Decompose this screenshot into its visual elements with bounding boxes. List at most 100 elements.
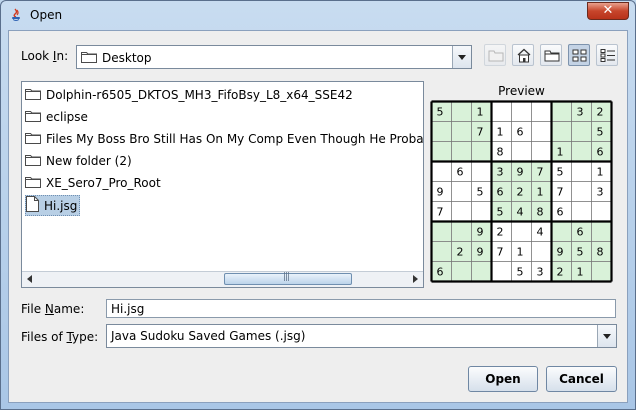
new-folder-button[interactable] — [540, 44, 562, 66]
sudoku-digit: 1 — [597, 166, 604, 179]
file-type-value: Java Sudoku Saved Games (.jsg) — [111, 329, 306, 343]
file-type-combo[interactable]: Java Sudoku Saved Games (.jsg) — [106, 324, 617, 348]
sudoku-digit: 6 — [577, 226, 584, 239]
sudoku-cell — [511, 221, 532, 242]
sudoku-cell — [431, 241, 452, 262]
list-view-icon — [572, 49, 587, 62]
look-in-value: Desktop — [102, 51, 152, 65]
sudoku-digit: 3 — [597, 186, 604, 199]
folder-icon — [25, 153, 41, 169]
sudoku-cell — [451, 181, 472, 202]
file-name-field[interactable] — [106, 299, 616, 318]
cancel-button[interactable]: Cancel — [546, 366, 617, 392]
folder-icon — [25, 175, 41, 191]
sudoku-cell — [471, 141, 492, 162]
look-in-combo[interactable]: Desktop — [76, 45, 472, 69]
sudoku-cell — [451, 261, 472, 282]
sudoku-cell — [531, 121, 552, 142]
sudoku-cell — [571, 161, 592, 182]
sudoku-digit: 2 — [597, 106, 604, 119]
sudoku-cell — [431, 141, 452, 162]
file-list[interactable]: Dolphin-r6505_DKTOS_MH3_FifoBsy_L8_x64_S… — [21, 81, 424, 288]
close-icon: ✕ — [602, 3, 614, 18]
sudoku-cell — [531, 101, 552, 122]
sudoku-digit: 6 — [517, 126, 524, 139]
sudoku-digit: 9 — [437, 186, 444, 199]
sudoku-digit: 1 — [497, 126, 504, 139]
folder-list-item[interactable]: eclipse — [25, 107, 88, 126]
sudoku-digit: 5 — [437, 106, 444, 119]
file-type-dropdown-arrow[interactable] — [597, 325, 616, 347]
sudoku-digit: 1 — [517, 246, 524, 259]
details-view-icon — [600, 49, 615, 62]
up-one-level-button[interactable] — [484, 44, 506, 66]
sudoku-digit: 7 — [497, 246, 504, 259]
sudoku-digit: 2 — [517, 186, 524, 199]
folder-list-item[interactable]: New folder (2) — [25, 151, 132, 170]
file-icon — [26, 196, 39, 215]
sudoku-digit: 1 — [537, 186, 544, 199]
sudoku-digit: 2 — [497, 226, 504, 239]
sudoku-cell — [491, 261, 512, 282]
sudoku-digit: 6 — [597, 146, 604, 159]
sudoku-digit: 6 — [437, 266, 444, 279]
horizontal-scrollbar[interactable] — [22, 271, 423, 287]
sudoku-digit: 3 — [537, 266, 544, 279]
folder-up-icon — [488, 50, 504, 62]
sudoku-digit: 7 — [437, 206, 444, 219]
home-button[interactable] — [512, 44, 534, 66]
sudoku-digit: 5 — [577, 246, 584, 259]
sudoku-cell — [551, 221, 572, 242]
folder-icon — [25, 131, 41, 147]
look-in-dropdown-arrow[interactable] — [452, 46, 471, 68]
scroll-left-button[interactable] — [22, 272, 37, 286]
folder-list-item[interactable]: Files My Boss Bro Still Has On My Comp E… — [25, 129, 424, 148]
sudoku-cell — [431, 121, 452, 142]
sudoku-digit: 2 — [557, 266, 564, 279]
sudoku-digit: 1 — [577, 266, 584, 279]
sudoku-cell — [471, 161, 492, 182]
sudoku-digit: 4 — [517, 206, 524, 219]
sudoku-cell — [431, 161, 452, 182]
sudoku-digit: 8 — [537, 206, 544, 219]
sudoku-digit: 5 — [497, 206, 504, 219]
file-name: Files My Boss Bro Still Has On My Comp E… — [46, 131, 424, 146]
file-name: Dolphin-r6505_DKTOS_MH3_FifoBsy_L8_x64_S… — [46, 87, 353, 102]
home-icon — [517, 48, 531, 63]
sudoku-preview: 5132716581663975195621737548692462971958… — [429, 99, 614, 284]
dialog-content: Look In: Desktop Dolphin-r6505_DKTOS_MH3… — [8, 30, 628, 403]
file-type-label: Files of Type: — [21, 330, 99, 344]
sudoku-digit: 5 — [517, 266, 524, 279]
sudoku-cell — [551, 121, 572, 142]
sudoku-digit: 3 — [497, 166, 504, 179]
sudoku-cell — [551, 101, 572, 122]
scroll-thumb[interactable] — [224, 272, 352, 285]
title-bar[interactable]: Open ✕ — [1, 1, 635, 29]
details-view-button[interactable] — [596, 44, 618, 66]
sudoku-cell — [511, 141, 532, 162]
close-button[interactable]: ✕ — [587, 2, 629, 20]
folder-list-item[interactable]: Dolphin-r6505_DKTOS_MH3_FifoBsy_L8_x64_S… — [25, 85, 353, 104]
file-list-item[interactable]: Hi.jsg — [25, 195, 81, 216]
sudoku-digit: 2 — [457, 246, 464, 259]
sudoku-digit: 5 — [557, 166, 564, 179]
sudoku-cell — [531, 141, 552, 162]
file-name: eclipse — [46, 109, 88, 124]
sudoku-cell — [451, 101, 472, 122]
sudoku-cell — [451, 201, 472, 222]
folder-icon — [25, 87, 41, 103]
sudoku-digit: 8 — [597, 246, 604, 259]
file-name: New folder (2) — [46, 153, 132, 168]
sudoku-cell — [451, 141, 472, 162]
list-view-button[interactable] — [568, 44, 590, 66]
sudoku-cell — [471, 201, 492, 222]
sudoku-digit: 7 — [477, 126, 484, 139]
folder-list-item[interactable]: XE_Sero7_Pro_Root — [25, 173, 161, 192]
sudoku-cell — [531, 241, 552, 262]
open-button[interactable]: Open — [468, 366, 538, 392]
preview-pane: Preview 51327165816639751956217375486924… — [427, 81, 616, 288]
new-folder-icon — [544, 50, 560, 62]
sudoku-digit: 5 — [477, 186, 484, 199]
sudoku-digit: 5 — [597, 126, 604, 139]
scroll-right-button[interactable] — [408, 272, 423, 286]
